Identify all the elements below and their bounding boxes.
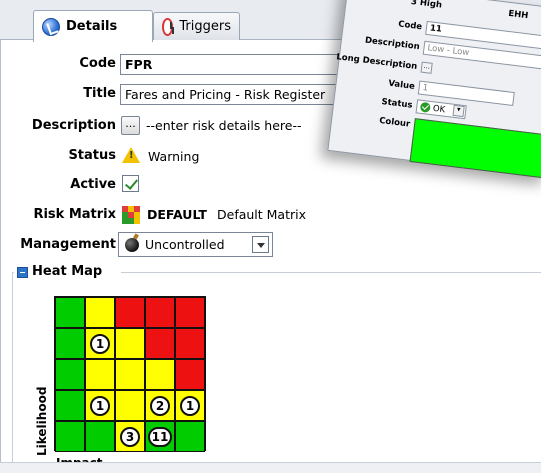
tab-triggers[interactable]: Triggers — [153, 12, 240, 40]
heat-map-cell[interactable] — [115, 359, 145, 390]
risk-count-badge[interactable]: 1 — [90, 333, 110, 354]
heat-map-cell[interactable] — [145, 328, 175, 359]
risk-count-badge[interactable]: 1 — [90, 395, 110, 416]
heat-map-cell[interactable]: 3 — [115, 421, 145, 452]
heat-map-cell[interactable] — [175, 328, 205, 359]
description-ellipsis-button[interactable]: ... — [121, 116, 140, 135]
panel-border — [0, 40, 1, 473]
heat-map-cell[interactable] — [115, 297, 145, 328]
details-badge-icon — [42, 17, 60, 36]
code-input[interactable]: FPR — [120, 54, 360, 75]
description-label: Description — [31, 118, 116, 133]
heat-map-cell[interactable] — [115, 390, 145, 421]
chevron-down-icon[interactable] — [252, 236, 269, 253]
clock-icon — [162, 17, 174, 36]
bottom-edge — [0, 462, 541, 473]
risk-count-badge[interactable]: 11 — [148, 426, 172, 447]
heat-map-cell[interactable]: 1 — [85, 390, 115, 421]
overlay-description-label: Description — [364, 35, 421, 53]
overlay-long-description-button[interactable]: ... — [420, 61, 433, 74]
group-border-left — [12, 272, 13, 462]
active-checkbox[interactable] — [122, 175, 139, 192]
heat-map-ylabel: Likelihood — [35, 386, 49, 456]
title-label: Title — [83, 86, 116, 101]
heat-map-cell[interactable] — [175, 359, 205, 390]
heat-map-cell[interactable] — [55, 390, 85, 421]
heat-map-cell[interactable]: 11 — [145, 421, 175, 452]
warning-icon — [122, 147, 140, 163]
tab-triggers-label: Triggers — [179, 19, 231, 34]
heat-map-cell[interactable] — [55, 297, 85, 328]
overlay-status-label: Status — [380, 97, 414, 111]
description-value[interactable]: --enter risk details here-- — [146, 118, 301, 133]
overlay-header-right: EHH — [507, 8, 529, 22]
heat-map-title: Heat Map — [32, 264, 103, 279]
heat-map-cell[interactable] — [175, 297, 205, 328]
heat-map-cell[interactable]: 1 — [85, 328, 115, 359]
heat-map-cell[interactable] — [175, 421, 205, 452]
title-input[interactable]: Fares and Pricing - Risk Register — [120, 84, 360, 105]
active-label: Active — [70, 177, 116, 192]
heat-map-cell[interactable] — [55, 328, 85, 359]
overlay-code-label: Code — [397, 19, 423, 33]
overlay-header-left: 3 High — [410, 0, 443, 11]
overlay-long-description-label: Long Description — [335, 52, 418, 73]
heat-map-cell[interactable] — [85, 297, 115, 328]
heat-map-cell[interactable] — [145, 297, 175, 328]
bomb-icon — [125, 237, 139, 252]
collapse-icon[interactable] — [17, 267, 28, 278]
matrix-cell-editor-card: 3 High EHH Code 11 Description Low - Low… — [327, 0, 541, 179]
management-dropdown[interactable]: Uncontrolled — [118, 232, 273, 257]
ok-check-icon — [419, 101, 431, 113]
risk-matrix-label: Risk Matrix — [33, 207, 116, 222]
management-label: Management — [20, 237, 116, 252]
group-border-top — [121, 272, 541, 273]
overlay-value-label: Value — [387, 78, 416, 92]
status-label: Status — [68, 148, 116, 163]
tab-details[interactable]: Details — [33, 10, 153, 42]
risk-count-badge[interactable]: 3 — [120, 426, 140, 447]
tab-details-label: Details — [66, 19, 118, 34]
status-value: Warning — [148, 149, 200, 164]
heat-map-cell[interactable] — [85, 421, 115, 452]
overlay-colour-label: Colour — [378, 115, 411, 130]
heat-map-grid: 1 1 2 1 3 11 — [54, 296, 206, 452]
risk-matrix-icon — [122, 206, 140, 224]
heat-map-cell[interactable] — [145, 359, 175, 390]
risk-count-badge[interactable]: 2 — [150, 395, 170, 416]
heat-map-cell[interactable] — [55, 421, 85, 452]
risk-count-badge[interactable]: 1 — [180, 395, 200, 416]
overlay-status-value: OK — [432, 103, 446, 116]
heat-map-cell[interactable] — [85, 359, 115, 390]
code-label: Code — [79, 56, 116, 71]
heat-map-cell[interactable] — [55, 359, 85, 390]
heat-map-cell[interactable] — [115, 328, 145, 359]
heat-map-cell[interactable]: 2 — [145, 390, 175, 421]
overlay-status-chevron-icon[interactable]: ▾ — [452, 104, 465, 118]
heat-map-cell[interactable]: 1 — [175, 390, 205, 421]
overlay-colour-swatch[interactable] — [409, 118, 541, 179]
risk-matrix-name: Default Matrix — [217, 207, 307, 222]
management-value: Uncontrolled — [145, 237, 225, 252]
risk-matrix-code[interactable]: DEFAULT — [147, 207, 207, 222]
